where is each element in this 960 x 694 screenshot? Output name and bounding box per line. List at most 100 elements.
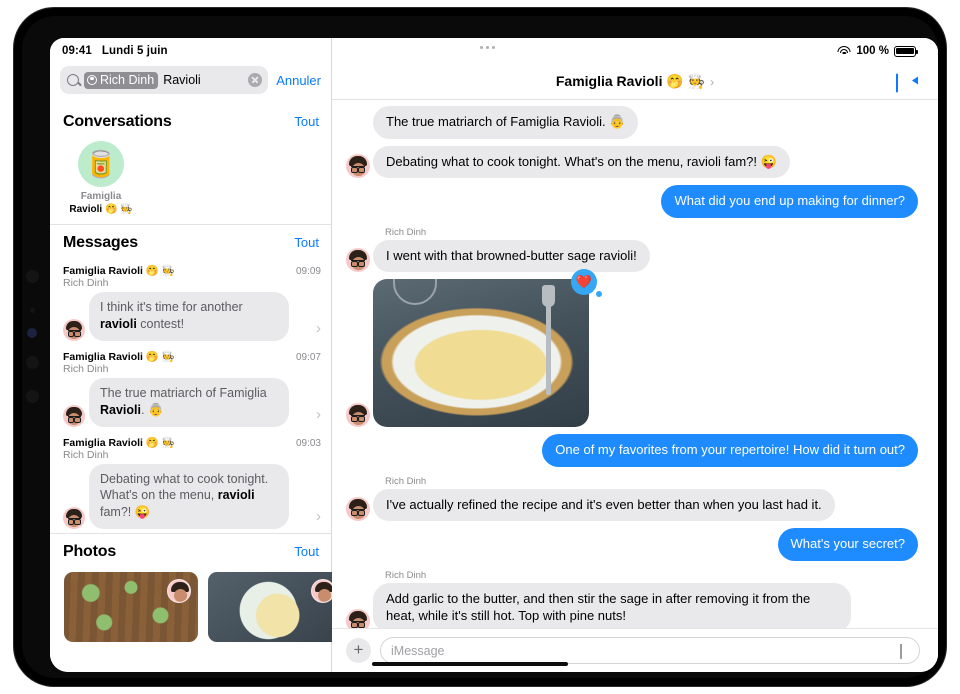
search-row: Rich Dinh Ravioli Annuler <box>50 64 331 104</box>
snippet-highlight: ravioli <box>100 316 137 331</box>
result-group-name: Famiglia Ravioli 🤭 🧑‍🍳 <box>63 350 175 363</box>
result-sender: Rich Dinh <box>63 448 109 461</box>
list-item[interactable]: Famiglia Ravioli 🤭 🧑‍🍳 09:09 Rich Dinh I… <box>50 259 331 345</box>
message-thread[interactable]: The true matriarch of Famiglia Ravioli. … <box>332 100 938 628</box>
snippet-highlight: Ravioli <box>100 402 141 417</box>
message-row: Rich Dinh Add garlic to the butter, and … <box>346 568 918 628</box>
conversations-results: 🥫 Famiglia Ravioli 🤭 🧑‍🍳 <box>50 138 331 224</box>
message-bubble-incoming[interactable]: I went with that browned-butter sage rav… <box>368 239 650 273</box>
avatar <box>167 579 191 604</box>
conversation-name-line2: Ravioli 🤭 🧑‍🍳 <box>69 203 133 215</box>
message-bubble-outgoing[interactable]: What did you end up making for dinner? <box>661 185 923 218</box>
result-snippet: I think it's time for another ravioli co… <box>89 292 289 341</box>
result-group-name: Famiglia Ravioli 🤭 🧑‍🍳 <box>63 265 175 277</box>
photo-thumbnail[interactable] <box>64 572 198 643</box>
chat-title-button[interactable]: Famiglia Ravioli 🤭 🧑‍🍳 › <box>556 73 714 90</box>
message-sender-label: Rich Dinh <box>385 475 427 487</box>
snippet-post: fam?! 😜 <box>100 505 151 520</box>
messages-title: Messages <box>63 234 138 251</box>
search-icon <box>67 74 79 86</box>
snippet-pre: The true matriarch of Famiglia <box>100 385 267 400</box>
message-bubble-incoming[interactable]: I've actually refined the recipe and it'… <box>368 488 835 522</box>
message-sender-label: Rich Dinh <box>385 226 427 238</box>
status-date: Lundi 5 juin <box>101 45 168 57</box>
tapback-heart-icon[interactable]: ❤️ <box>571 269 602 298</box>
avatar <box>346 248 370 273</box>
message-row: Rich Dinh I've actually refined the reci… <box>346 474 918 522</box>
conversation-chip-famiglia-ravioli[interactable]: 🥫 Famiglia Ravioli 🤭 🧑‍🍳 <box>64 141 138 216</box>
message-bubble-outgoing[interactable]: What's your secret? <box>777 528 924 561</box>
chevron-right-icon[interactable]: › <box>316 320 321 341</box>
status-bar-left: 09:41 Lundi 5 juin <box>50 38 331 64</box>
result-group-name: Famiglia Ravioli 🤭 🧑‍🍳 <box>63 436 175 449</box>
ipad-screen: 09:41 Lundi 5 juin Rich Dinh Ravioli Ann… <box>50 38 938 672</box>
message-row: One of my favorites from your repertoire… <box>346 434 923 467</box>
message-sender-label: Rich Dinh <box>385 569 427 581</box>
photos-section-header: Photos Tout <box>50 533 331 568</box>
snippet-highlight: ravioli <box>217 488 255 503</box>
battery-percent: 100 % <box>856 45 889 57</box>
list-item[interactable]: Famiglia Ravioli 🤭 🧑‍🍳 09:07 Rich Dinh T… <box>50 345 331 431</box>
search-token-label: Rich Dinh <box>100 72 155 87</box>
microphone-icon[interactable] <box>900 643 909 659</box>
message-row: The true matriarch of Famiglia Ravioli. … <box>346 106 918 139</box>
page-title: Famiglia Ravioli 🤭 🧑‍🍳 <box>555 73 706 89</box>
dynamic-island-dots <box>480 46 495 49</box>
photos-title: Photos <box>63 543 117 561</box>
avatar <box>346 497 370 522</box>
bezel-camera <box>27 328 37 338</box>
list-item[interactable]: Famiglia Ravioli 🤭 🧑‍🍳 09:03 Rich Dinh D… <box>50 431 331 534</box>
message-bubble-incoming[interactable]: Add garlic to the butter, and then stir … <box>368 582 851 628</box>
message-row: What did you end up making for dinner? <box>346 185 923 218</box>
bezel-dot-bottom <box>26 390 39 403</box>
conversations-section-header: Conversations Tout <box>50 104 331 138</box>
message-row: Debating what to cook tonight. What's on… <box>346 145 918 179</box>
plus-icon[interactable]: + <box>346 638 371 663</box>
conversations-title: Conversations <box>63 113 172 130</box>
message-bubble-incoming[interactable]: Debating what to cook tonight. What's on… <box>368 145 790 179</box>
result-sender: Rich Dinh <box>63 277 109 289</box>
photos-results <box>50 568 342 643</box>
message-row-photo: ❤️ <box>346 269 918 428</box>
snippet-pre: I think it's time for another <box>100 300 243 314</box>
search-query-text[interactable]: Ravioli <box>163 73 243 87</box>
bezel-sensor <box>30 308 35 313</box>
conversation-name: Famiglia Ravioli 🤭 🧑‍🍳 <box>64 191 138 216</box>
messages-section-header: Messages Tout <box>50 224 331 259</box>
sidebar: 09:41 Lundi 5 juin Rich Dinh Ravioli Ann… <box>50 38 342 672</box>
search-input[interactable]: Rich Dinh Ravioli <box>60 66 269 94</box>
imessage-input[interactable]: iMessage <box>380 637 920 664</box>
message-bubble-incoming[interactable]: The true matriarch of Famiglia Ravioli. … <box>373 106 639 139</box>
bezel-dot-top <box>26 270 39 283</box>
messages-see-all-button[interactable]: Tout <box>294 235 319 250</box>
message-row: Rich Dinh I went with that browned-butte… <box>346 225 918 273</box>
chevron-right-icon[interactable]: › <box>316 508 321 529</box>
avatar <box>63 318 85 341</box>
chevron-right-icon: › <box>710 74 715 89</box>
avatar <box>346 154 370 179</box>
clear-icon[interactable] <box>248 73 263 87</box>
avatar <box>346 608 370 628</box>
snippet-post: contest! <box>136 316 185 331</box>
facetime-video-button[interactable] <box>896 73 918 92</box>
chat-header: Famiglia Ravioli 🤭 🧑‍🍳 › <box>332 64 938 100</box>
message-row: What's your secret? <box>346 528 924 561</box>
video-camera-icon <box>896 73 898 92</box>
photos-see-all-button[interactable]: Tout <box>294 544 319 559</box>
snippet-post: . 👵 <box>141 402 164 417</box>
result-sender: Rich Dinh <box>63 362 109 375</box>
conversation-avatar: 🥫 <box>78 141 124 187</box>
avatar <box>63 404 85 427</box>
conversation-pane: 100 % Famiglia Ravioli 🤭 🧑‍🍳 › The tru <box>332 38 938 672</box>
conversations-see-all-button[interactable]: Tout <box>294 114 319 129</box>
cancel-button[interactable]: Annuler <box>276 73 321 88</box>
result-snippet: The true matriarch of Famiglia Ravioli. … <box>89 377 289 427</box>
search-token-rich-dinh[interactable]: Rich Dinh <box>84 71 159 89</box>
message-bubble-outgoing[interactable]: One of my favorites from your repertoire… <box>542 434 923 467</box>
chevron-right-icon[interactable]: › <box>316 406 321 427</box>
result-time: 09:09 <box>295 266 321 277</box>
message-image-attachment[interactable] <box>373 279 589 428</box>
person-icon <box>87 74 97 85</box>
photo-thumbnail[interactable] <box>208 572 342 643</box>
wifi-icon <box>837 45 851 57</box>
